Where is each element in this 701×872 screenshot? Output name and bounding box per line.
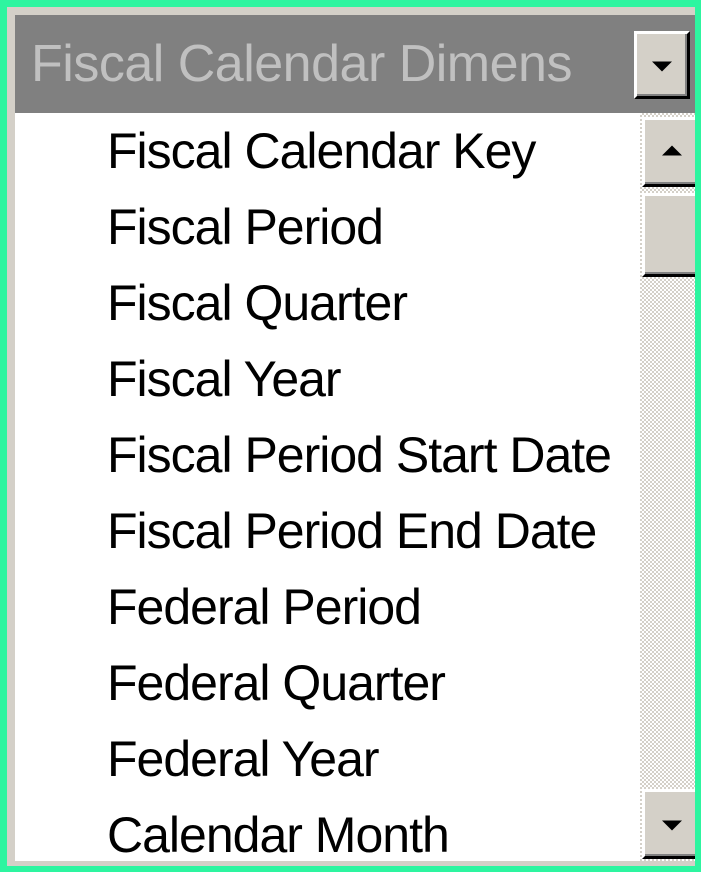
- scroll-down-button[interactable]: [642, 789, 695, 859]
- vertical-scrollbar[interactable]: [640, 113, 695, 861]
- list-item[interactable]: Fiscal Period End Date: [107, 493, 637, 569]
- dimension-list-panel: Fiscal Calendar Key Fiscal Period Fiscal…: [15, 113, 695, 861]
- chevron-down-icon: [652, 61, 672, 72]
- list-item[interactable]: Fiscal Quarter: [107, 265, 637, 341]
- list-item[interactable]: Fiscal Period: [107, 189, 637, 265]
- dropdown-toggle-button[interactable]: [634, 31, 690, 99]
- list-item[interactable]: Fiscal Year: [107, 341, 637, 417]
- scroll-up-button[interactable]: [642, 117, 695, 187]
- list-item[interactable]: Federal Year: [107, 721, 637, 797]
- arrow-up-icon: [662, 145, 682, 156]
- list-item[interactable]: Fiscal Calendar Key: [107, 113, 637, 189]
- list-item[interactable]: Federal Quarter: [107, 645, 637, 721]
- list-item[interactable]: Fiscal Period Start Date: [107, 417, 637, 493]
- dropdown-title: Fiscal Calendar Dimens: [31, 35, 572, 93]
- dimension-dropdown-window: Fiscal Calendar Dimens Fiscal Calendar K…: [7, 7, 695, 866]
- list-item[interactable]: Calendar Month: [107, 797, 637, 861]
- dimension-list: Fiscal Calendar Key Fiscal Period Fiscal…: [107, 113, 637, 861]
- dropdown-header[interactable]: Fiscal Calendar Dimens: [15, 15, 695, 113]
- list-item[interactable]: Federal Period: [107, 569, 637, 645]
- scroll-thumb[interactable]: [642, 193, 695, 277]
- arrow-down-icon: [662, 820, 682, 831]
